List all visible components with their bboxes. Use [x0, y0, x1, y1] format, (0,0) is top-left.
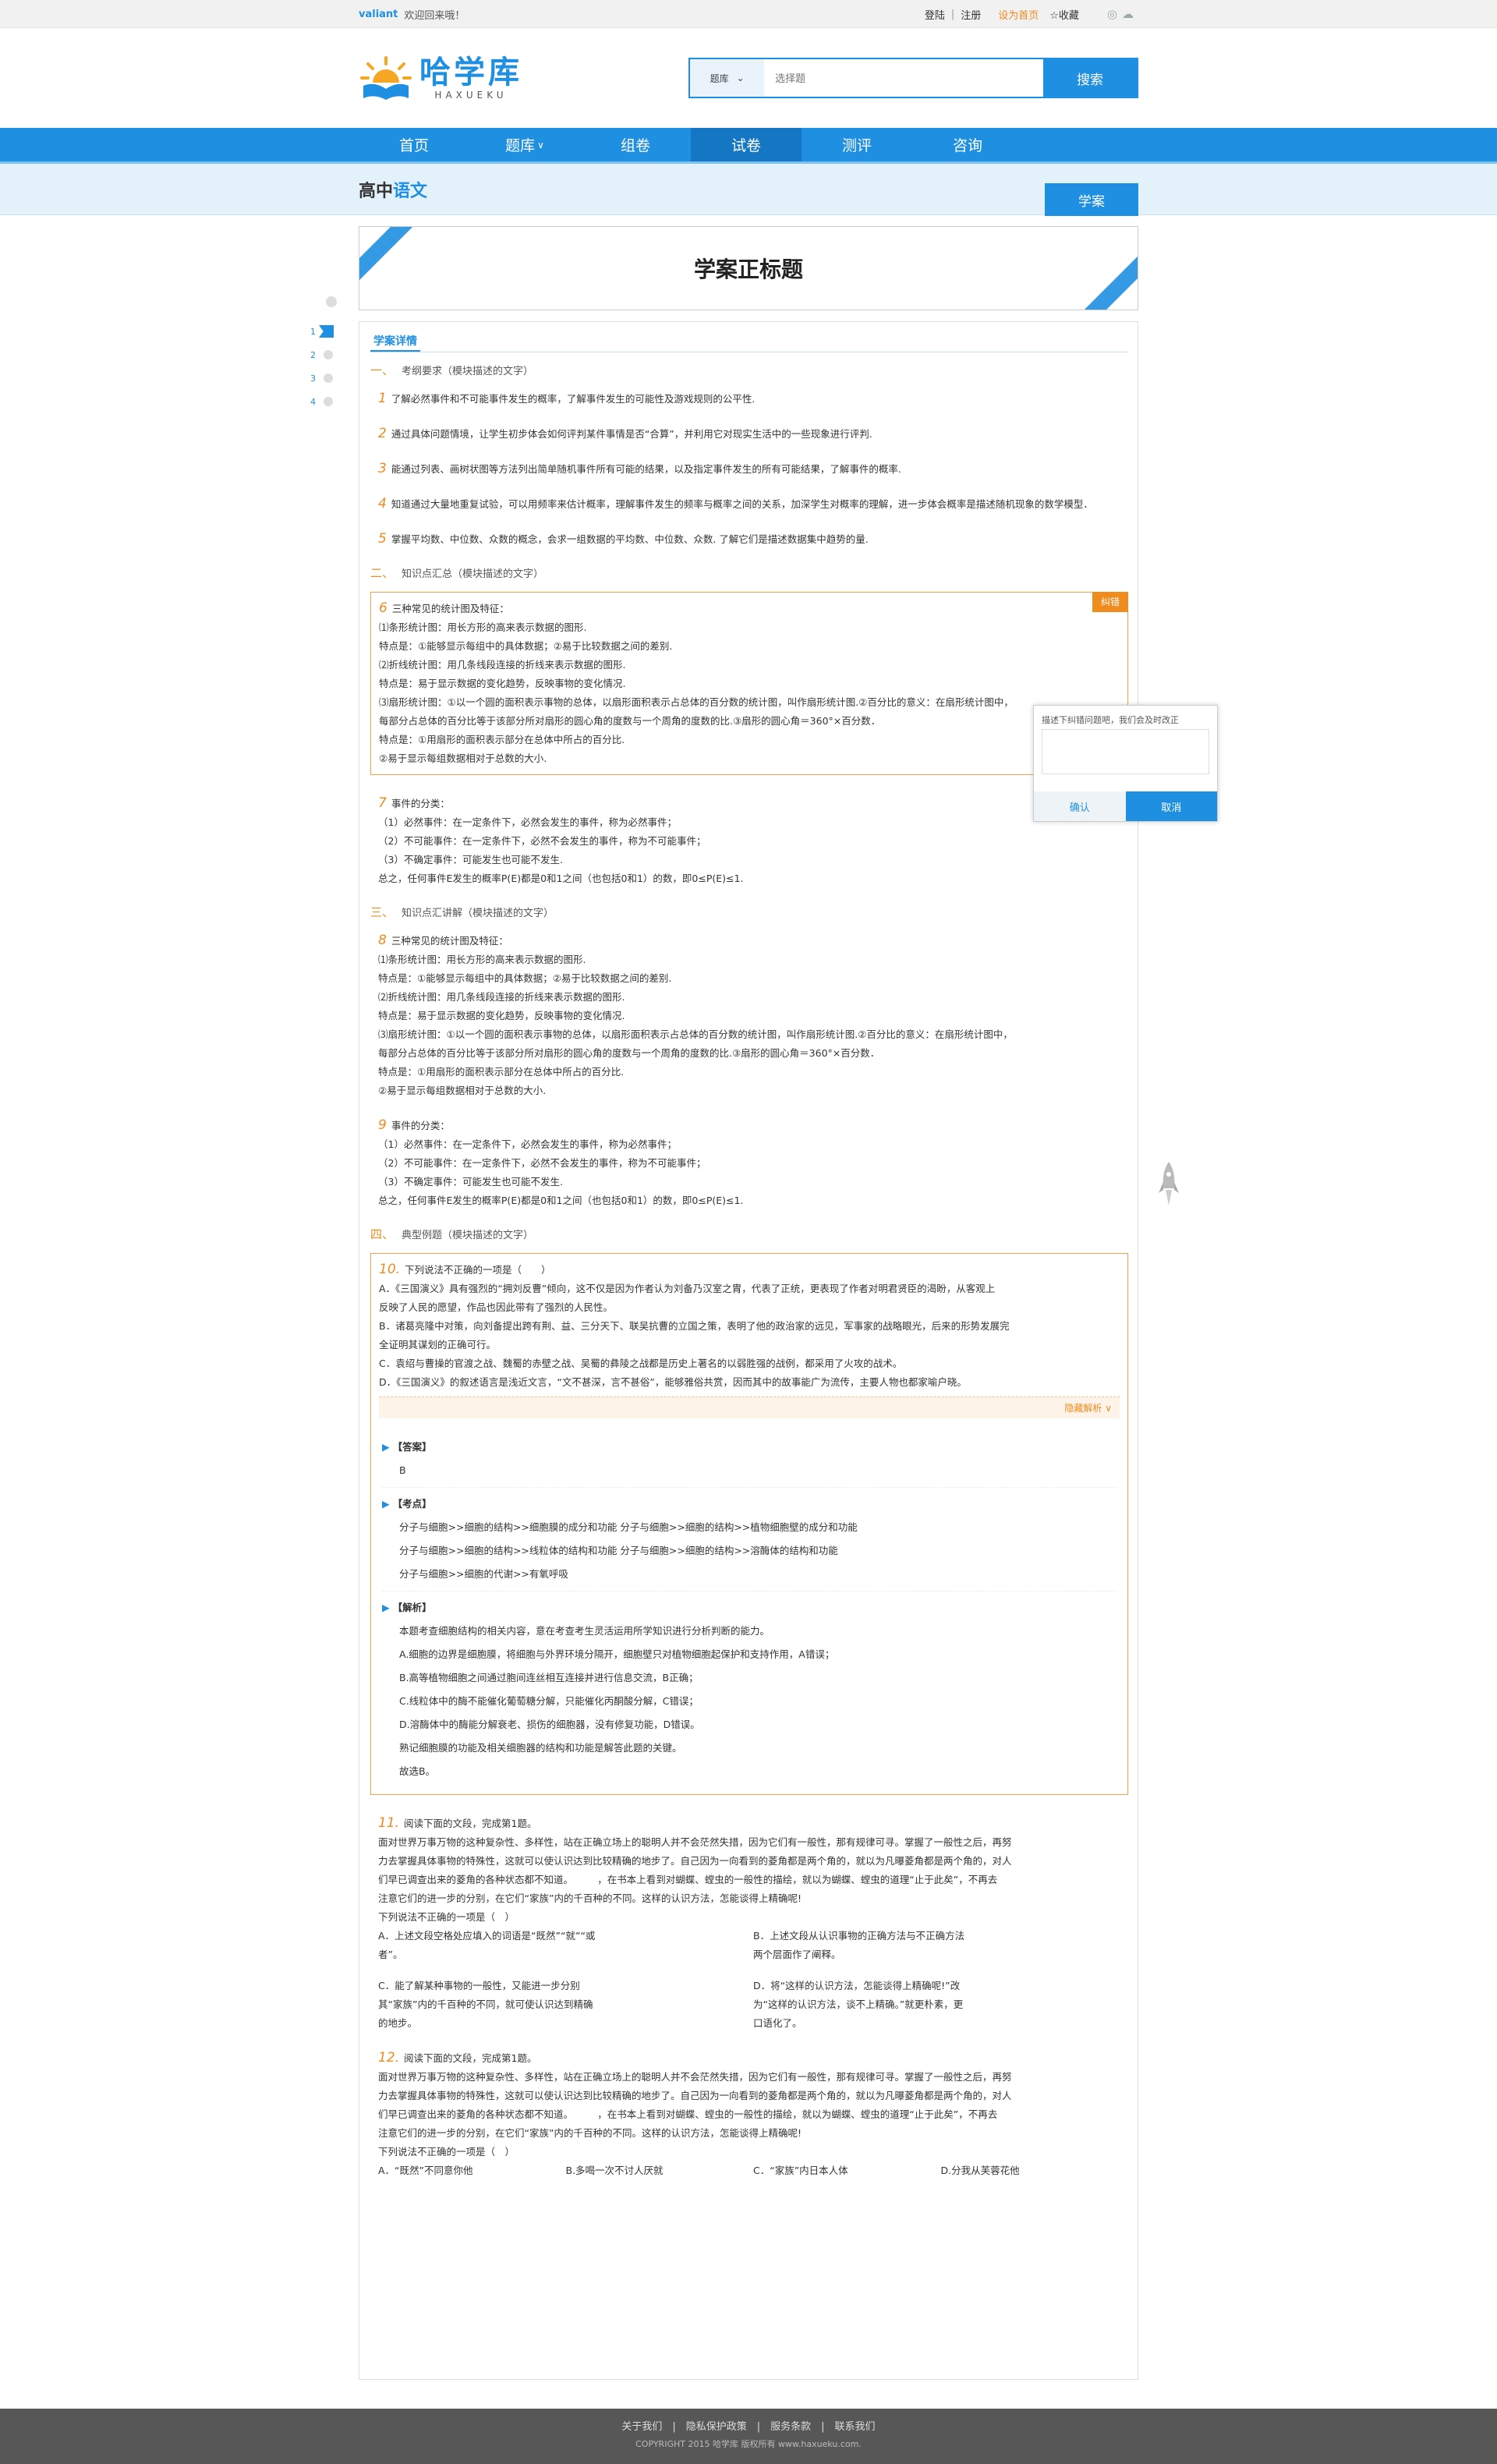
correction-popup: 描述下纠错问题吧，我们会及时改正 确认 取消 [1033, 705, 1218, 822]
footer: 关于我们 | 隐私保护政策 | 服务条款 | 联系我们 COPYRIGHT 20… [0, 2409, 1497, 2464]
option[interactable]: B.多喝一次不讨人厌就 [566, 2161, 754, 2180]
chevron-down-icon: ∨ [537, 139, 544, 150]
side-anchor-3[interactable]: 3 [310, 366, 334, 390]
page-title: 学案正标题 [693, 257, 803, 281]
logo-subtitle: HAXUEKU [434, 90, 508, 101]
knowledge-block: 纠错 6 三种常见的统计图及特征： ⑴条形统计图：用长方形的高来表示数据的图形. 特… [370, 592, 1128, 775]
sub-bar: 高中语文 学案 [0, 164, 1497, 216]
option[interactable]: C．“家族”内日本人体 [753, 2161, 941, 2180]
chevron-down-icon: ⌄ [736, 73, 745, 83]
title-box: 学案正标题 [359, 226, 1138, 310]
nav-compose[interactable]: 组卷 [580, 128, 691, 161]
list-item: 9 事件的分类： （1）必然事件：在一定条件下，必然会发生的事件，称为必然事件；（… [378, 1117, 744, 1206]
option[interactable]: D.分我从芙蓉花他 [941, 2161, 1129, 2180]
back-to-top-rocket-icon[interactable] [1159, 1160, 1179, 1209]
correct-error-button[interactable]: 纠错 [1092, 592, 1128, 612]
side-anchor-4[interactable]: 4 [310, 390, 334, 413]
popup-prompt: 描述下纠错问题吧，我们会及时改正 [1042, 715, 1179, 725]
answer-heading[interactable]: ▶ 【答案】 [382, 1436, 1117, 1459]
analysis-heading[interactable]: ▶ 【解析】 [382, 1596, 1117, 1620]
side-anchor-2[interactable]: 2 [310, 343, 334, 366]
cancel-button[interactable]: 取消 [1125, 791, 1217, 821]
triangle-icon: ▶ [382, 1602, 390, 1613]
question-11: 11. 阅读下面的文段，完成第1题。 面对世界万事万物的这种复杂性、多样性，站在正… [378, 1814, 1128, 2033]
option[interactable]: A．“既然”不同意你他 [378, 2161, 566, 2180]
hide-analysis-toggle[interactable]: 隐藏解析 ∨ [379, 1397, 1120, 1418]
logo[interactable]: 哈学库 HAXUEKU [359, 55, 626, 101]
nav-home[interactable]: 首页 [359, 128, 469, 161]
side-anchor-1[interactable]: 1 [310, 320, 334, 343]
search-bar: 题库⌄ 搜索 [688, 58, 1138, 98]
divider: | [950, 8, 955, 20]
section-header: 一、 考纲要求（模块描述的文字） [370, 363, 534, 377]
list-item: 4 知道通过大量地重复试验，可以用频率来估计概率，理解事件发生的频率与概率之间的关… [378, 496, 1093, 512]
social-icons: ◎☁ [1107, 7, 1138, 21]
search-type-select[interactable]: 题库 ⌄ [690, 59, 765, 97]
register-link[interactable]: 注册 [961, 7, 981, 22]
triangle-icon: ▶ [382, 1498, 390, 1510]
nav-consult[interactable]: 咨询 [912, 128, 1023, 161]
search-input[interactable] [764, 59, 1043, 97]
nav-question-bank[interactable]: 题库 ∨ [469, 128, 580, 161]
correction-textarea[interactable] [1042, 729, 1209, 774]
logo-name: 哈学库 [419, 55, 522, 90]
question-12: 12. 阅读下面的文段，完成第1题。 面对世界万事万物的这种复杂性、多样性，站在正… [378, 2048, 1128, 2180]
answer-value: B [399, 1464, 406, 1476]
top-links: 登陆 | 注册 设为首页 ☆收藏 ◎☁ [925, 7, 1138, 22]
favorite-link[interactable]: ☆收藏 [1049, 7, 1079, 22]
side-anchor-nav: 1 2 3 4 [310, 296, 337, 413]
welcome-text: 欢迎回来哦！ [404, 9, 465, 22]
question-10: 10. 下列说法不正确的一项是（ ） A．《三国演义》具有强烈的“拥刘反曹”倾向，… [370, 1253, 1128, 1425]
nav-assessment[interactable]: 测评 [802, 128, 912, 161]
list-item: 3 能通过列表、画树状图等方法列出简单随机事件所有可能的结果，以及指定事件发生的所… [378, 461, 901, 476]
login-link[interactable]: 登陆 [925, 7, 945, 22]
sun-book-icon [359, 55, 413, 101]
tab-study-plan[interactable]: 学案 [1045, 183, 1138, 216]
breadcrumb: 高中语文 [359, 182, 428, 201]
option[interactable]: A．上述文段空格处应填入的词语是“既然”“就”“或者”。 [378, 1927, 753, 1964]
copyright: COPYRIGHT 2015 哈学库 版权所有 www.haxueku.com. [635, 2439, 862, 2449]
weibo-icon[interactable]: ◎ [1107, 7, 1122, 21]
search-button[interactable]: 搜索 [1043, 59, 1137, 97]
answer-block: ▶ 【答案】 B ▶ 【考点】 分子与细胞>>细胞的结构>>细胞膜的成分和功能 分子… [370, 1425, 1128, 1795]
flag-icon [319, 325, 334, 338]
option[interactable]: C．能了解某种事物的一般性，又能进一步分别其“家族”内的千百种的不同，就可使认识… [378, 1977, 753, 2033]
side-top-dot [326, 296, 337, 307]
confirm-button[interactable]: 确认 [1034, 791, 1126, 821]
main-content: 学案详情 一、 考纲要求（模块描述的文字） 1 了解必然事件和不可能事件发生的概率，… [359, 321, 1138, 2380]
set-home-link[interactable]: 设为首页 [998, 7, 1039, 22]
list-item: 8 三种常见的统计图及特征： ⑴条形统计图：用长方形的高来表示数据的图形. 特点是：… [378, 933, 1013, 1096]
section-tab-details[interactable]: 学案详情 [370, 333, 420, 352]
header: 哈学库 HAXUEKU 题库⌄ 搜索 [0, 28, 1497, 128]
corner-ribbon [359, 227, 422, 285]
section-header: 二、 知识点汇总（模块描述的文字） [370, 566, 544, 580]
option[interactable]: D．将“这样的认识方法，怎能谈得上精确呢!”改为“这样的认识方法，谈不上精确。”… [753, 1977, 1128, 2033]
list-item: 5 掌握平均数、中位数、众数的概念，会求一组数据的平均数、中位数、众数. 了解它们… [378, 531, 869, 547]
wechat-icon[interactable]: ☁ [1122, 7, 1138, 21]
list-item: 1 了解必然事件和不可能事件发生的概率，了解事件发生的可能性及游戏规则的公平性. [378, 391, 756, 406]
username-link[interactable]: valiant [359, 9, 398, 20]
main-nav: 首页 题库 ∨ 组卷 试卷 测评 咨询 [0, 128, 1497, 164]
option[interactable]: B．上述文段从认识事物的正确方法与不正确方法两个层面作了阐释。 [753, 1927, 1128, 1964]
corner-ribbon [1075, 252, 1138, 310]
list-item: 2 通过具体问题情境，让学生初步体会如何评判某件事情是否“合算”，并利用它对现实生… [378, 426, 872, 441]
nav-papers[interactable]: 试卷 [691, 128, 802, 161]
triangle-icon: ▶ [382, 1441, 390, 1453]
point-heading[interactable]: ▶ 【考点】 [382, 1492, 1117, 1516]
section-header: 四、 典型例题（模块描述的文字） [370, 1227, 534, 1241]
top-bar: valiant 欢迎回来哦！ 登陆 | 注册 设为首页 ☆收藏 ◎☁ [0, 0, 1497, 28]
list-item: 7 事件的分类： （1）必然事件：在一定条件下，必然会发生的事件，称为必然事件；（… [378, 795, 744, 884]
section-header: 三、 知识点汇讲解（模块描述的文字） [370, 905, 554, 919]
footer-links[interactable]: 关于我们 | 隐私保护政策 | 服务条款 | 联系我们 [0, 2418, 1497, 2433]
